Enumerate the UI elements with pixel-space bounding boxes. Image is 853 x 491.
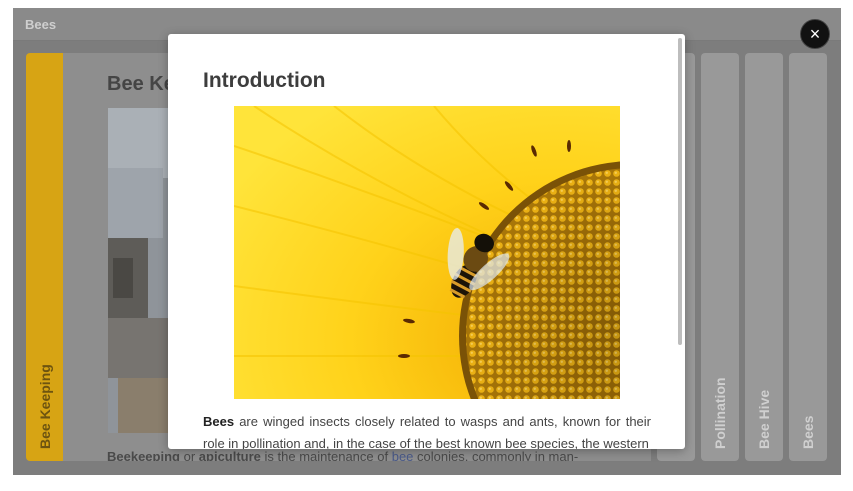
modal-paragraph: Bees are winged insects closely related … bbox=[203, 411, 651, 449]
accordion-panel-bee-keeping[interactable]: Bee Keeping bbox=[26, 53, 63, 461]
panel-label-bee-keeping: Bee Keeping bbox=[36, 364, 53, 449]
panel-label-pollination: Pollination bbox=[712, 377, 728, 449]
modal-title: Introduction bbox=[203, 69, 326, 92]
content-heading: Bee Ke bbox=[107, 73, 175, 95]
panel-label-bee-hive: Bee Hive bbox=[756, 389, 772, 449]
close-icon: × bbox=[809, 24, 821, 44]
app-title: Bees bbox=[25, 17, 57, 32]
accordion-panel-bees[interactable]: Bees bbox=[789, 53, 827, 461]
content-text-bold-beekeeping: Beekeeping bbox=[107, 449, 180, 461]
accordion-panel-pollination[interactable]: Pollination bbox=[701, 53, 739, 461]
panel-label-bees: Bees bbox=[800, 415, 816, 449]
content-text-mid: is the maintenance of bbox=[260, 449, 392, 461]
content-text-bold-apiculture: apiculture bbox=[198, 449, 261, 461]
content-text-or: or bbox=[179, 449, 199, 461]
modal-scrollbar[interactable] bbox=[678, 38, 682, 345]
content-paragraph: Beekeeping or apiculture is the maintena… bbox=[107, 449, 647, 461]
close-button[interactable]: × bbox=[800, 19, 830, 49]
accordion-panel-bee-hive[interactable]: Bee Hive bbox=[745, 53, 783, 461]
bee-link[interactable]: bee bbox=[392, 449, 414, 461]
modal-text-bold-bees: Bees bbox=[203, 414, 235, 429]
modal-text-body: are winged insects closely related to wa… bbox=[203, 414, 651, 449]
content-text-end: colonies, commonly in man- bbox=[413, 449, 579, 461]
introduction-modal: Introduction Bees are winged insects clo… bbox=[168, 34, 685, 449]
bee-on-sunflower-image bbox=[233, 105, 685, 449]
